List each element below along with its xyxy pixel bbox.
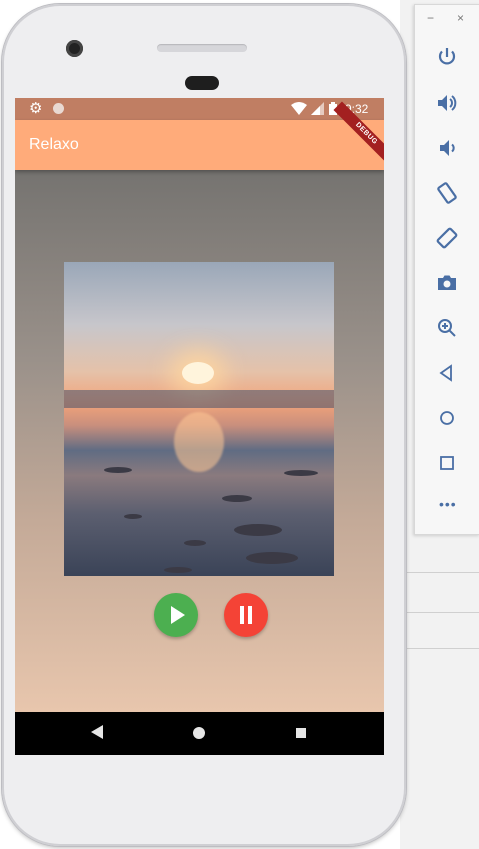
recents-icon[interactable] bbox=[296, 728, 306, 738]
ide-divider bbox=[400, 648, 479, 649]
pebble bbox=[104, 467, 132, 473]
earpiece-speaker bbox=[157, 44, 247, 52]
system-nav-bar bbox=[15, 712, 384, 755]
ide-divider bbox=[400, 572, 479, 573]
horizon-shape bbox=[64, 390, 334, 408]
volume-down-icon[interactable] bbox=[435, 136, 459, 160]
overview-icon[interactable] bbox=[435, 451, 459, 475]
wifi-icon bbox=[291, 102, 307, 115]
volume-up-icon[interactable] bbox=[435, 91, 459, 115]
pebble bbox=[284, 470, 318, 476]
status-bar: ⚙ 9:32 bbox=[15, 98, 384, 120]
front-camera bbox=[66, 40, 83, 57]
rotate-right-icon[interactable] bbox=[435, 226, 459, 250]
pebble bbox=[124, 514, 142, 519]
zoom-icon[interactable] bbox=[435, 316, 459, 340]
pause-button[interactable] bbox=[224, 593, 268, 637]
circle-icon bbox=[53, 103, 64, 114]
pause-icon bbox=[240, 606, 252, 624]
pebble bbox=[164, 567, 192, 573]
play-button[interactable] bbox=[154, 593, 198, 637]
sun-shape bbox=[182, 362, 214, 384]
pebble bbox=[246, 552, 298, 564]
rotate-left-icon[interactable] bbox=[435, 181, 459, 205]
emulator-toolbar: − × ••• bbox=[414, 4, 479, 535]
ide-divider bbox=[400, 612, 479, 613]
app-title: Relaxo bbox=[29, 136, 79, 153]
power-icon[interactable] bbox=[435, 45, 459, 69]
home-icon[interactable] bbox=[435, 406, 459, 430]
back-icon[interactable] bbox=[435, 361, 459, 385]
pebble bbox=[222, 495, 252, 502]
camera-icon[interactable] bbox=[435, 271, 459, 295]
phone-screen: ⚙ 9:32 Relaxo DEBUG bbox=[15, 98, 384, 755]
player-content bbox=[15, 170, 384, 712]
signal-icon bbox=[311, 102, 324, 115]
gear-icon: ⚙ bbox=[29, 100, 43, 117]
minimize-button[interactable]: − bbox=[427, 11, 434, 25]
sunset-beach-image bbox=[64, 262, 334, 576]
reflection-shape bbox=[174, 412, 224, 472]
pebble bbox=[184, 540, 206, 546]
close-button[interactable]: × bbox=[457, 11, 464, 25]
proximity-sensor bbox=[185, 76, 219, 90]
more-options-button[interactable]: ••• bbox=[439, 496, 457, 512]
play-icon bbox=[171, 606, 185, 624]
pebble bbox=[234, 524, 282, 536]
home-icon[interactable] bbox=[193, 727, 205, 739]
back-icon[interactable] bbox=[91, 725, 103, 739]
app-bar: Relaxo DEBUG bbox=[15, 101, 384, 170]
